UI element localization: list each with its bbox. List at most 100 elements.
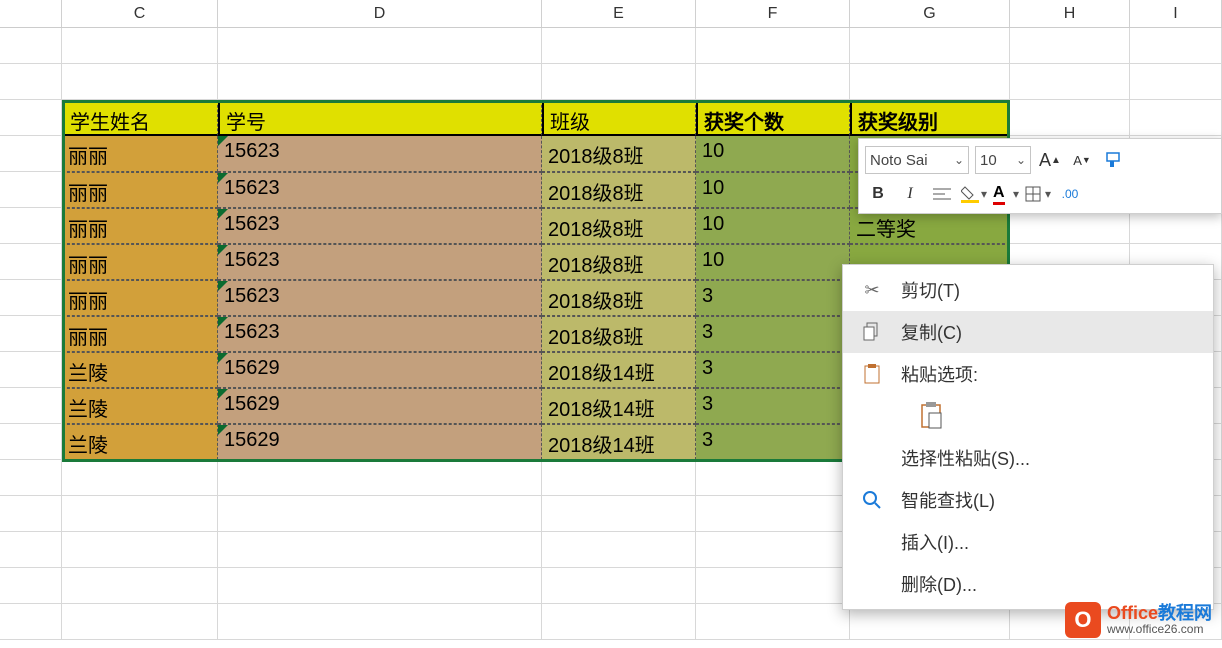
cell[interactable]	[0, 208, 62, 244]
cell-count[interactable]: 10	[696, 244, 850, 280]
cell-class[interactable]: 2018级14班	[542, 424, 696, 460]
cell-name[interactable]: 丽丽	[62, 316, 218, 352]
header-name[interactable]: 学生姓名	[62, 100, 218, 136]
cell-name[interactable]: 兰陵	[62, 388, 218, 424]
cell-name[interactable]: 丽丽	[62, 280, 218, 316]
cell[interactable]	[218, 64, 542, 100]
cell[interactable]	[0, 136, 62, 172]
cell[interactable]	[0, 460, 62, 496]
menu-cut[interactable]: ✂ 剪切(T)	[843, 269, 1213, 311]
grow-font-button[interactable]: A▲	[1037, 147, 1063, 173]
cell[interactable]	[1130, 28, 1222, 64]
cell[interactable]	[0, 172, 62, 208]
cell[interactable]	[218, 28, 542, 64]
cell[interactable]	[0, 100, 62, 136]
cell-count[interactable]: 10	[696, 208, 850, 244]
cell[interactable]	[542, 604, 696, 640]
cell-class[interactable]: 2018级8班	[542, 136, 696, 172]
cell-id[interactable]: 15629	[218, 352, 542, 388]
cell[interactable]	[542, 28, 696, 64]
row-blank[interactable]	[0, 64, 1222, 100]
cell-count[interactable]: 3	[696, 352, 850, 388]
cell[interactable]	[1010, 28, 1130, 64]
cell-class[interactable]: 2018级8班	[542, 172, 696, 208]
row-blank[interactable]	[0, 28, 1222, 64]
cell[interactable]	[696, 568, 850, 604]
cell-name[interactable]: 丽丽	[62, 244, 218, 280]
cell[interactable]	[62, 460, 218, 496]
shrink-font-button[interactable]: A▼	[1069, 147, 1095, 173]
font-size-select[interactable]: 10 ⌄	[975, 146, 1031, 174]
cell[interactable]	[0, 604, 62, 640]
bold-button[interactable]: B	[865, 181, 891, 207]
border-button[interactable]: ▾	[1025, 181, 1051, 207]
cell-class[interactable]: 2018级8班	[542, 244, 696, 280]
cell[interactable]	[218, 460, 542, 496]
cell-id[interactable]: 15623	[218, 316, 542, 352]
cell-id[interactable]: 15629	[218, 424, 542, 460]
cell[interactable]	[850, 64, 1010, 100]
menu-delete[interactable]: 删除(D)...	[843, 563, 1213, 605]
font-name-select[interactable]: Noto Sai ⌄	[865, 146, 969, 174]
col-header-G[interactable]: G	[850, 0, 1010, 27]
cell-class[interactable]: 2018级8班	[542, 316, 696, 352]
cell-id[interactable]: 15623	[218, 244, 542, 280]
cell[interactable]	[850, 28, 1010, 64]
col-header-D[interactable]: D	[218, 0, 542, 27]
header-count[interactable]: 获奖个数	[696, 100, 850, 136]
cell[interactable]	[0, 388, 62, 424]
cell[interactable]	[0, 280, 62, 316]
cell-class[interactable]: 2018级14班	[542, 388, 696, 424]
cell[interactable]	[542, 532, 696, 568]
cell[interactable]	[62, 496, 218, 532]
col-header-F[interactable]: F	[696, 0, 850, 27]
cell-name[interactable]: 丽丽	[62, 136, 218, 172]
cell[interactable]	[0, 352, 62, 388]
col-header-I[interactable]: I	[1130, 0, 1222, 27]
cell[interactable]	[0, 568, 62, 604]
cell-name[interactable]: 丽丽	[62, 208, 218, 244]
cell[interactable]	[696, 460, 850, 496]
cell[interactable]	[696, 496, 850, 532]
cell-id[interactable]: 15623	[218, 208, 542, 244]
header-id[interactable]: 学号	[218, 100, 542, 136]
paste-button[interactable]	[919, 401, 945, 431]
font-color-button[interactable]: A▾	[993, 181, 1019, 207]
col-header-H[interactable]: H	[1010, 0, 1130, 27]
cell[interactable]	[218, 532, 542, 568]
cell-count[interactable]: 3	[696, 280, 850, 316]
cell[interactable]	[0, 424, 62, 460]
menu-smart-lookup[interactable]: 智能查找(L)	[843, 479, 1213, 521]
cell[interactable]	[542, 460, 696, 496]
cell-class[interactable]: 2018级8班	[542, 280, 696, 316]
cell-count[interactable]: 3	[696, 316, 850, 352]
cell[interactable]	[0, 316, 62, 352]
cell-id[interactable]: 15623	[218, 136, 542, 172]
header-class[interactable]: 班级	[542, 100, 696, 136]
italic-button[interactable]: I	[897, 181, 923, 207]
cell[interactable]	[0, 496, 62, 532]
cell[interactable]	[0, 28, 62, 64]
cell[interactable]	[696, 28, 850, 64]
cell[interactable]	[62, 64, 218, 100]
col-header-E[interactable]: E	[542, 0, 696, 27]
col-header-B[interactable]	[0, 0, 62, 27]
cell[interactable]	[0, 64, 62, 100]
cell[interactable]	[696, 604, 850, 640]
cell[interactable]	[62, 532, 218, 568]
cell-count[interactable]: 10	[696, 136, 850, 172]
header-level[interactable]: 获奖级别	[850, 100, 1010, 136]
cell-count[interactable]: 3	[696, 424, 850, 460]
cell-class[interactable]: 2018级14班	[542, 352, 696, 388]
cell[interactable]	[542, 64, 696, 100]
cell[interactable]	[542, 568, 696, 604]
cell[interactable]	[62, 568, 218, 604]
cell-id[interactable]: 15629	[218, 388, 542, 424]
menu-insert[interactable]: 插入(I)...	[843, 521, 1213, 563]
cell[interactable]	[1130, 64, 1222, 100]
cell[interactable]	[218, 568, 542, 604]
cell[interactable]	[542, 496, 696, 532]
cell-count[interactable]: 10	[696, 172, 850, 208]
cell[interactable]	[62, 28, 218, 64]
cell-name[interactable]: 兰陵	[62, 424, 218, 460]
